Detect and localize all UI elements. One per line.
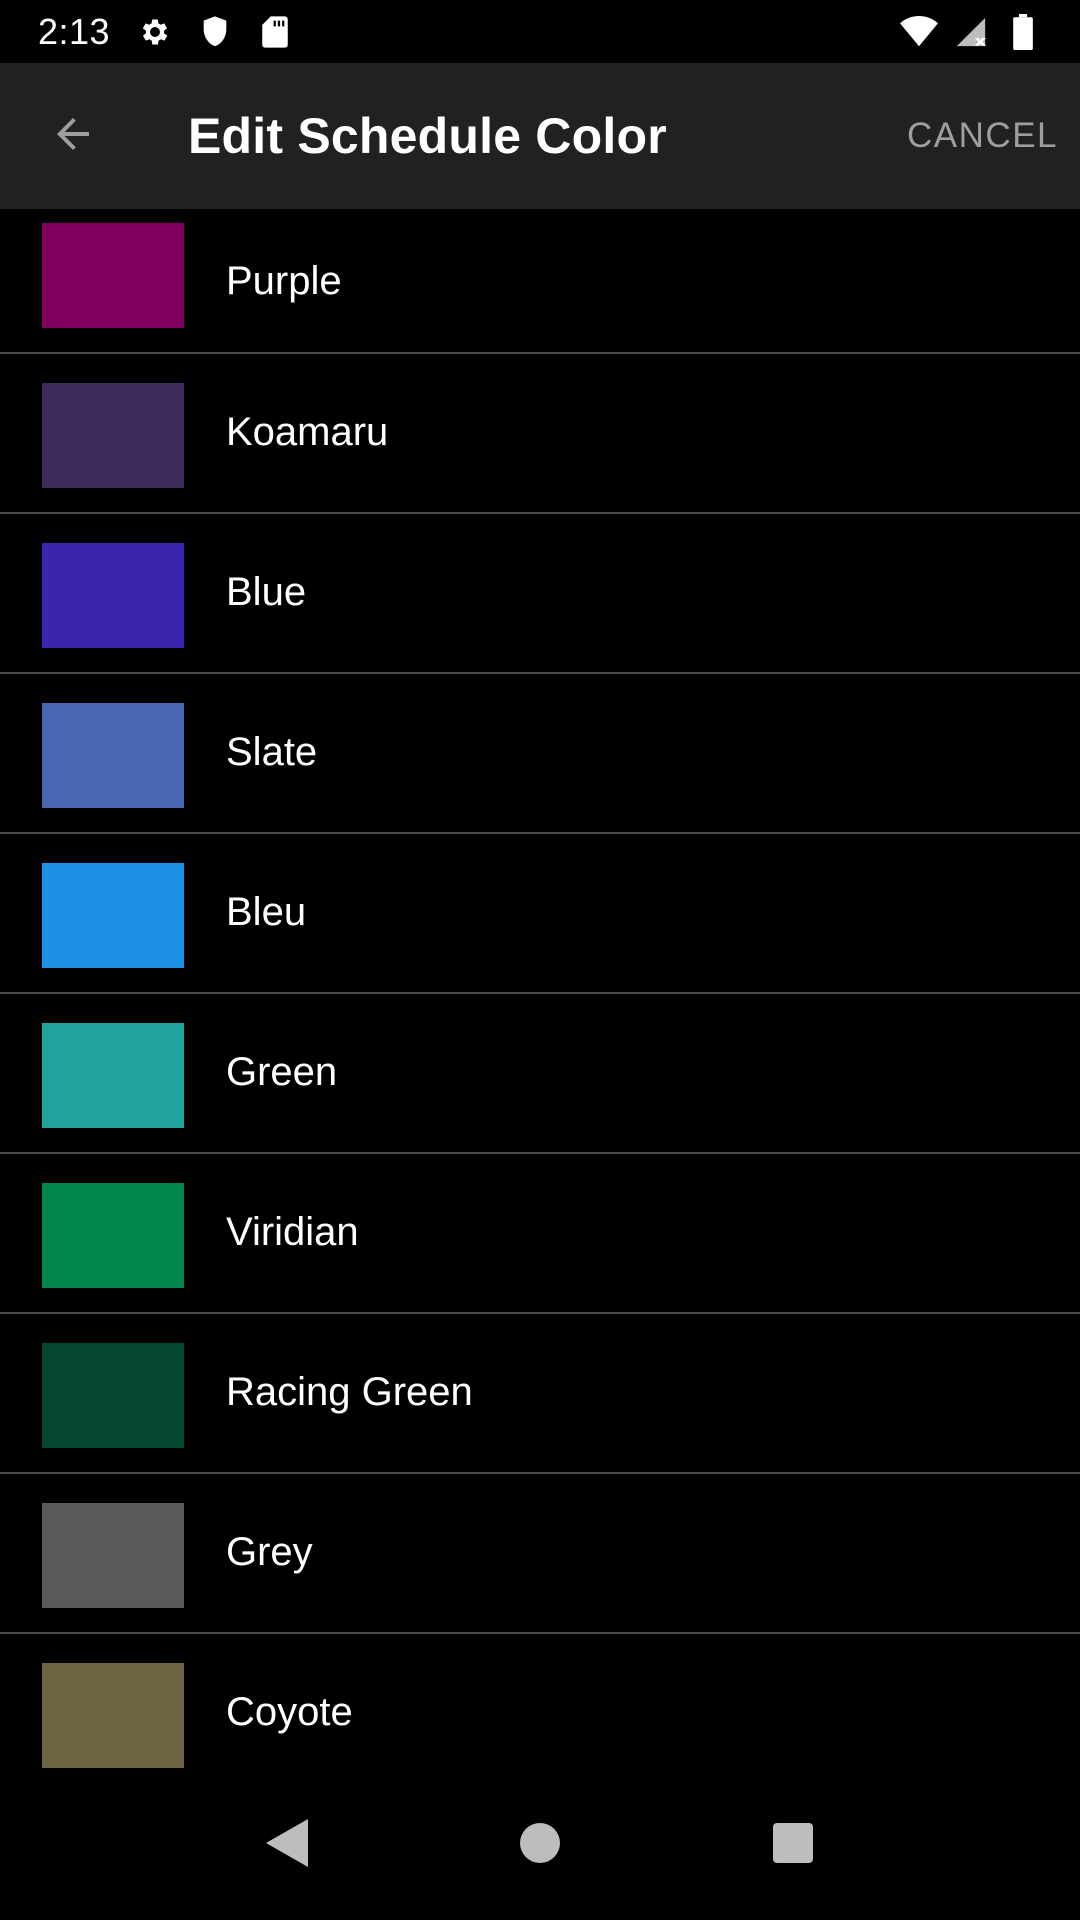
color-swatch <box>42 223 184 328</box>
color-label: Bleu <box>226 890 307 934</box>
color-label: Purple <box>226 259 342 303</box>
status-icons-right <box>900 13 1042 51</box>
color-label: Viridian <box>226 1210 359 1254</box>
color-label: Slate <box>226 730 318 774</box>
color-row-racing-green[interactable]: Racing Green <box>0 1314 1080 1474</box>
color-row-grey[interactable]: Grey <box>0 1474 1080 1634</box>
page-title: Edit Schedule Color <box>188 108 667 164</box>
nav-recents-icon <box>773 1822 814 1868</box>
color-label: Coyote <box>226 1690 353 1734</box>
color-label: Racing Green <box>226 1370 473 1414</box>
color-swatch <box>42 1023 184 1128</box>
color-swatch <box>42 1663 184 1768</box>
wifi-icon <box>900 13 938 51</box>
gear-icon <box>136 13 174 51</box>
color-label: Blue <box>226 570 307 614</box>
back-button[interactable] <box>18 81 128 191</box>
color-label: Green <box>226 1050 338 1094</box>
sd-card-icon <box>256 13 294 51</box>
color-list[interactable]: Purple Koamaru Blue Slate Bleu Green Vir… <box>0 209 1080 1770</box>
cell-signal-icon <box>952 13 990 51</box>
color-label: Grey <box>226 1530 313 1574</box>
status-bar: 2:13 <box>0 0 1080 63</box>
battery-icon <box>1004 13 1042 51</box>
color-row-coyote[interactable]: Coyote <box>0 1634 1080 1770</box>
color-row-koamaru[interactable]: Koamaru <box>0 354 1080 514</box>
color-row-viridian[interactable]: Viridian <box>0 1154 1080 1314</box>
color-row-green[interactable]: Green <box>0 994 1080 1154</box>
nav-back-button[interactable] <box>242 1800 332 1890</box>
nav-back-icon <box>265 1818 308 1872</box>
color-row-slate[interactable]: Slate <box>0 674 1080 834</box>
color-row-purple[interactable]: Purple <box>0 209 1080 354</box>
cancel-button[interactable]: CANCEL <box>907 116 1058 156</box>
nav-home-icon <box>519 1822 560 1868</box>
status-icons-left <box>136 13 294 51</box>
color-label: Koamaru <box>226 410 389 454</box>
color-swatch <box>42 1343 184 1448</box>
app-bar: Edit Schedule Color CANCEL <box>0 63 1080 209</box>
nav-home-button[interactable] <box>495 1800 585 1890</box>
color-swatch <box>42 703 184 808</box>
color-swatch <box>42 863 184 968</box>
color-swatch <box>42 383 184 488</box>
color-swatch <box>42 1503 184 1608</box>
color-swatch <box>42 1183 184 1288</box>
color-row-blue[interactable]: Blue <box>0 514 1080 674</box>
arrow-back-icon <box>49 110 97 163</box>
nav-recents-button[interactable] <box>748 1800 838 1890</box>
color-swatch <box>42 543 184 648</box>
navigation-bar <box>0 1770 1080 1920</box>
color-row-bleu[interactable]: Bleu <box>0 834 1080 994</box>
shield-icon <box>196 13 234 51</box>
status-time: 2:13 <box>38 10 111 52</box>
